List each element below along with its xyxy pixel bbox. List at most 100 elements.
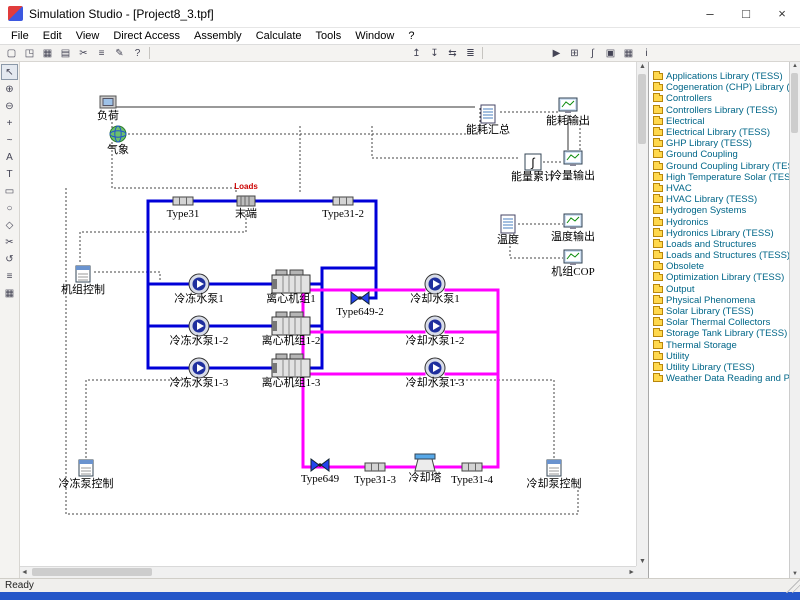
zoom-out-tool[interactable]: ⊖	[1, 98, 18, 114]
align-top-button[interactable]: ↥	[408, 46, 425, 61]
tree-item-controllers[interactable]: Controllers	[649, 93, 789, 104]
text-tool[interactable]: T	[1, 166, 18, 182]
resize-grip[interactable]	[786, 579, 800, 593]
integrator-button[interactable]: ∫	[584, 46, 601, 61]
tree-item-hydronics-library-tess[interactable]: Hydronics Library (TESS)	[649, 228, 789, 239]
menu-calculate[interactable]: Calculate	[249, 28, 309, 44]
close-button[interactable]: ×	[764, 0, 800, 28]
tree-item-physical-phenomena[interactable]: Physical Phenomena	[649, 295, 789, 306]
align-bottom-button[interactable]: ↧	[426, 46, 443, 61]
control-link[interactable]	[86, 380, 188, 458]
new-button[interactable]: ▢	[3, 46, 20, 61]
pan-tool[interactable]: +	[1, 115, 18, 131]
tree-item-utility-library-tess[interactable]: Utility Library (TESS)	[649, 362, 789, 373]
menu-assembly[interactable]: Assembly	[187, 28, 249, 44]
water-pipe[interactable]	[352, 268, 376, 298]
menu-view[interactable]: View	[69, 28, 107, 44]
parameters-button[interactable]: ✎	[111, 46, 128, 61]
tree-item-electrical-library-tess[interactable]: Electrical Library (TESS)	[649, 127, 789, 138]
tree-item-hydrogen-systems[interactable]: Hydrogen Systems	[649, 205, 789, 216]
maximize-button[interactable]: □	[728, 0, 764, 28]
info-button[interactable]: i	[638, 46, 655, 61]
tree-item-ground-coupling-library-tess[interactable]: Ground Coupling Library (TESS)	[649, 161, 789, 172]
scroll-right-icon[interactable]: ►	[628, 569, 635, 576]
grid-tool[interactable]: ▦	[1, 285, 18, 301]
component-chiller-1[interactable]: 离心机组1	[266, 270, 316, 305]
component-chiller-2[interactable]: 离心机组1-2	[262, 312, 321, 347]
panel-scroll-down-icon[interactable]: ▼	[792, 571, 798, 577]
undo-tool[interactable]: ↺	[1, 251, 18, 267]
tree-item-solar-library-tess[interactable]: Solar Library (TESS)	[649, 306, 789, 317]
lock-button[interactable]: ▣	[602, 46, 619, 61]
component-load[interactable]: 负荷	[97, 96, 119, 122]
tree-item-applications-library-tess[interactable]: Applications Library (TESS)	[649, 71, 789, 82]
select-tool[interactable]: ↖	[1, 64, 18, 80]
component-unit-control[interactable]: 机组控制	[61, 266, 105, 296]
panel-scroll-up-icon[interactable]: ▲	[792, 63, 798, 69]
panel-scrollbar[interactable]: ▲ ▼	[789, 62, 800, 578]
component-chw-pump-1[interactable]: 冷冻水泵1	[174, 274, 224, 305]
diamond-tool[interactable]: ◇	[1, 217, 18, 233]
component-type649[interactable]: Type649	[301, 459, 340, 485]
assembly-tool[interactable]: A	[1, 149, 18, 165]
tree-item-thermal-storage[interactable]: Thermal Storage	[649, 340, 789, 351]
menu-help[interactable]: ?	[401, 28, 421, 44]
component-energy-summary[interactable]: 能耗汇总	[466, 105, 510, 136]
tree-item-output[interactable]: Output	[649, 284, 789, 295]
scroll-up-icon[interactable]: ▲	[639, 63, 646, 70]
control-link[interactable]	[447, 380, 554, 458]
run-simulation-button[interactable]: ▶	[548, 46, 565, 61]
tree-item-weather-data-reading-and-process[interactable]: Weather Data Reading and Process	[649, 373, 789, 384]
tree-item-high-temperature-solar-tess[interactable]: High Temperature Solar (TESS)	[649, 172, 789, 183]
help-button[interactable]: ?	[129, 46, 146, 61]
cut-button[interactable]: ✂	[75, 46, 92, 61]
tree-item-electrical[interactable]: Electrical	[649, 116, 789, 127]
menu-file[interactable]: File	[4, 28, 36, 44]
tree-item-optimization-library-tess[interactable]: Optimization Library (TESS)	[649, 272, 789, 283]
canvas-hscroll-thumb[interactable]	[32, 568, 152, 576]
component-weather[interactable]: 气象	[107, 126, 129, 156]
tree-item-cogeneration-chp-library-tess[interactable]: Cogeneration (CHP) Library (TESS)	[649, 82, 789, 93]
tree-item-ghp-library-tess[interactable]: GHP Library (TESS)	[649, 138, 789, 149]
menu-edit[interactable]: Edit	[36, 28, 69, 44]
cut-tool[interactable]: ✂	[1, 234, 18, 250]
rectangle-tool[interactable]: ▭	[1, 183, 18, 199]
zoom-in-tool[interactable]: ⊕	[1, 81, 18, 97]
component-cooling-tower[interactable]: 冷却塔	[409, 454, 442, 484]
tree-item-obsolete[interactable]: Obsolete	[649, 261, 789, 272]
minimize-button[interactable]: –	[692, 0, 728, 28]
component-cw-pump-control[interactable]: 冷却泵控制	[527, 460, 582, 490]
tree-item-ground-coupling[interactable]: Ground Coupling	[649, 149, 789, 160]
tree-item-hydronics[interactable]: Hydronics	[649, 216, 789, 227]
order-button[interactable]: ≣	[462, 46, 479, 61]
water-pipe[interactable]	[322, 201, 376, 368]
canvas-svg[interactable]: 负荷气象Type31末端Type31-2能耗汇总能耗输出∫能量累计冷量输出温度温…	[20, 62, 636, 566]
menu-window[interactable]: Window	[348, 28, 401, 44]
tree-item-utility[interactable]: Utility	[649, 351, 789, 362]
tree-item-controllers-library-tess[interactable]: Controllers Library (TESS)	[649, 105, 789, 116]
direct-access-button[interactable]: ≡	[93, 46, 110, 61]
scroll-down-icon[interactable]: ▼	[639, 558, 646, 565]
component-chw-pump-3[interactable]: 冷冻水泵1-3	[170, 358, 229, 389]
component-cooling-output[interactable]: 冷量输出	[551, 151, 595, 182]
print-button[interactable]: ▤	[57, 46, 74, 61]
component-temperature[interactable]: 温度	[497, 215, 519, 246]
input-file-button[interactable]: ⊞	[566, 46, 583, 61]
tree-item-hvac-library-tess[interactable]: HVAC Library (TESS)	[649, 194, 789, 205]
component-unit-cop[interactable]: 机组COP	[551, 250, 594, 278]
control-link[interactable]	[112, 114, 236, 194]
tree-item-loads-and-structures[interactable]: Loads and Structures	[649, 239, 789, 250]
tree-item-loads-and-structures-tess[interactable]: Loads and Structures (TESS)	[649, 250, 789, 261]
grid-button[interactable]: ▦	[620, 46, 637, 61]
control-link[interactable]	[80, 210, 246, 264]
component-temp-output[interactable]: 温度输出	[551, 214, 595, 243]
save-button[interactable]: ▦	[39, 46, 56, 61]
canvas-vscroll-thumb[interactable]	[638, 74, 646, 144]
menu-direct-access[interactable]: Direct Access	[106, 28, 187, 44]
link-tool[interactable]: ~	[1, 132, 18, 148]
tree-item-hvac[interactable]: HVAC	[649, 183, 789, 194]
component-chiller-3[interactable]: 离心机组1-3	[262, 354, 321, 389]
tree-item-storage-tank-library-tess[interactable]: Storage Tank Library (TESS)	[649, 328, 789, 339]
component-terminal[interactable]: 末端	[235, 196, 257, 220]
layers-tool[interactable]: ≡	[1, 268, 18, 284]
